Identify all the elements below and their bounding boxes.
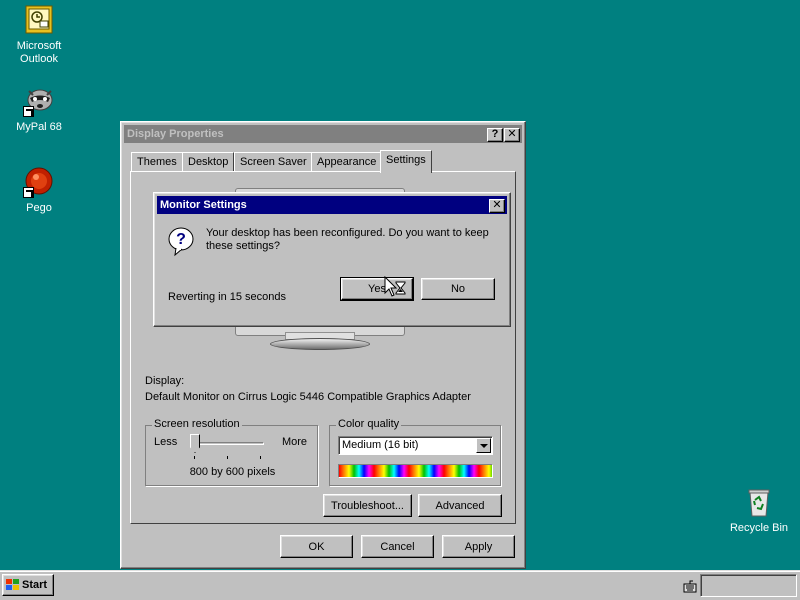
desktop-icon-mypal[interactable]: MyPal 68 [0,85,78,134]
dialog-title: Monitor Settings [160,199,247,211]
color-quality-value: Medium (16 bit) [342,439,419,451]
resolution-slider[interactable] [190,434,264,460]
shortcut-arrow-icon [23,106,34,117]
svg-text:?: ? [176,231,186,248]
help-button[interactable]: ? [487,128,503,142]
ok-button[interactable]: OK [280,535,353,558]
tab-settings[interactable]: Settings [380,150,432,173]
dropdown-arrow-button[interactable] [476,438,491,453]
desktop-icon-pego[interactable]: Pego [0,166,78,215]
desktop-icon-recycle-bin[interactable]: Recycle Bin [720,486,798,535]
tab-label: Settings [386,154,426,166]
desktop-icon-label: Recycle Bin [729,522,789,534]
question-icon: ? [168,227,196,257]
button-label: OK [308,540,325,553]
slider-less-label: Less [154,436,178,448]
busy-cursor-icon [384,275,408,300]
troubleshoot-button[interactable]: Troubleshoot... [323,494,412,517]
window-title: Display Properties [127,128,224,140]
recycle-bin-icon [743,486,775,518]
button-label: Apply [464,540,493,553]
raccoon-icon [23,85,55,117]
button-label: Troubleshoot... [331,499,404,512]
display-adapter-text: Default Monitor on Cirrus Logic 5446 Com… [145,391,471,403]
shortcut-arrow-icon [23,187,34,198]
system-tray [700,574,797,597]
desktop-icon-label: Microsoft Outlook [16,40,62,65]
display-label: Display: [145,375,185,387]
color-quality-legend: Color quality [336,418,402,430]
tab-label: Screen Saver [240,156,307,168]
start-button[interactable]: Start [2,574,54,596]
tab-themes[interactable]: Themes [131,152,183,172]
revert-countdown: Reverting in 15 seconds [168,291,287,303]
resolution-value: 800 by 600 pixels [189,466,276,478]
close-button[interactable]: ✕ [504,128,520,142]
outlook-icon [23,4,55,36]
tab-label: Themes [137,156,177,168]
chevron-down-icon [480,444,488,448]
tab-appearance[interactable]: Appearance [311,152,383,172]
windows-logo-icon [6,579,20,591]
slider-more-label: More [281,436,307,448]
cancel-button[interactable]: Cancel [361,535,434,558]
desktop-icon-label: MyPal 68 [16,121,62,133]
dialog-titlebar[interactable]: Monitor Settings ✕ [157,196,507,214]
taskbar: Start [0,570,800,600]
slider-thumb[interactable] [190,434,200,453]
tab-desktop[interactable]: Desktop [182,152,235,172]
pego-icon [23,166,55,198]
tab-label: Appearance [317,156,377,168]
screen-resolution-legend: Screen resolution [152,418,242,430]
apply-button[interactable]: Apply [442,535,515,558]
desktop-icon-outlook[interactable]: Microsoft Outlook [0,4,78,66]
button-label: No [450,283,466,295]
start-label: Start [22,579,48,591]
keyboard-tray-icon[interactable] [683,579,697,593]
window-titlebar[interactable]: Display Properties ? ✕ [124,125,522,143]
button-label: Advanced [435,499,485,512]
advanced-button[interactable]: Advanced [418,494,502,517]
screen-resolution-group: Screen resolution Less More 800 by 600 p… [145,418,318,486]
dialog-message: Your desktop has been reconfigured. Do y… [206,227,489,252]
button-label: Cancel [380,540,415,553]
desktop-icon-label: Pego [26,202,52,214]
no-button[interactable]: No [421,278,495,300]
tab-screen-saver[interactable]: Screen Saver [234,152,313,172]
color-quality-group: Color quality Medium (16 bit) [329,418,501,486]
monitor-settings-dialog: Monitor Settings ✕ ? Your desktop has be… [153,192,511,327]
color-quality-select[interactable]: Medium (16 bit) [338,436,493,455]
close-button[interactable]: ✕ [489,199,505,213]
tab-label: Desktop [188,156,229,168]
color-spectrum-bar [338,464,493,478]
